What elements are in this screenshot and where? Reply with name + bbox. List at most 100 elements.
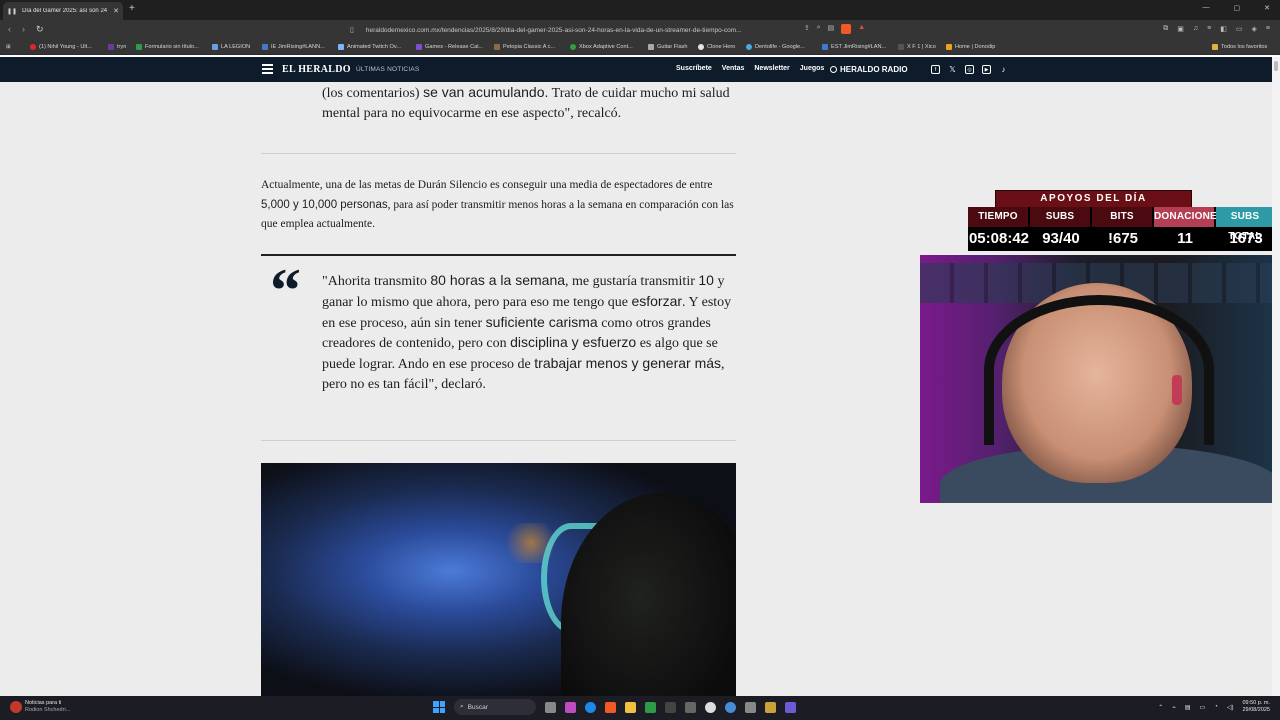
settings-icon[interactable]: [745, 701, 756, 713]
volume-icon[interactable]: ◁): [1227, 704, 1234, 711]
nav-suscribete[interactable]: Suscríbete: [676, 65, 712, 72]
bookmark-item[interactable]: Dentolife - Google...: [746, 44, 805, 50]
app-icon[interactable]: [645, 701, 656, 713]
taskbar-search[interactable]: ⌕ Buscar: [454, 699, 536, 715]
url-field[interactable]: ▯ heraldodemexico.com.mx/tendencias/2025…: [350, 23, 910, 37]
discord-icon[interactable]: [785, 701, 796, 713]
reload-button[interactable]: ↻: [36, 24, 44, 35]
share-icon[interactable]: ⇪: [804, 24, 810, 36]
bookmark-item[interactable]: Games - Release Cal...: [416, 44, 483, 50]
site-logo[interactable]: EL HERALDO: [282, 64, 351, 75]
url-text[interactable]: heraldodemexico.com.mx/tendencias/2025/8…: [366, 27, 796, 34]
tab-title: Día del Gamer 2025: así son 24 h: [22, 8, 110, 14]
new-tab-button[interactable]: +: [129, 3, 135, 14]
playlist-icon[interactable]: ≡: [1207, 25, 1211, 33]
ultimas-noticias-link[interactable]: ÚLTIMAS NOTICIAS: [356, 66, 419, 73]
overlay-title: APOYOS DEL DÍA: [995, 190, 1192, 208]
zoom-icon[interactable]: ⌕: [817, 24, 821, 36]
network-icon[interactable]: ⌁: [1172, 704, 1176, 711]
pause-icon: ❚❚: [7, 8, 18, 15]
wallet-icon[interactable]: ▣: [1177, 25, 1184, 33]
bookmark-item[interactable]: (1) Nihil Young - Ult...: [30, 44, 92, 50]
bookmark-item[interactable]: Home | Donodip: [946, 44, 995, 50]
music-icon[interactable]: ♫: [1193, 25, 1198, 33]
steam-icon[interactable]: [725, 701, 736, 713]
menu-hamburger-icon[interactable]: [262, 64, 273, 74]
social-links: f 𝕏 ◎ ▶ ♪: [931, 65, 1008, 74]
bookmark-item[interactable]: Animated Twitch Ov...: [338, 44, 401, 50]
bookmark-item[interactable]: Clone Hero: [698, 44, 735, 50]
brave-rewards-icon[interactable]: ▲: [858, 24, 865, 36]
bookmark-item[interactable]: tryn: [108, 44, 126, 50]
bookmark-item[interactable]: X F 1 | Xico: [898, 44, 936, 50]
extension-icon[interactable]: ⧉: [1163, 25, 1168, 33]
quote-bold-segment: suficiente carisma: [485, 313, 598, 330]
sidebar-icon[interactable]: ◧: [1220, 25, 1227, 33]
app-icon[interactable]: [765, 701, 776, 713]
reader-icon[interactable]: ▤: [828, 24, 835, 36]
tiktok-icon[interactable]: ♪: [999, 65, 1008, 74]
maximize-button[interactable]: ▢: [1234, 4, 1241, 12]
tabs-icon[interactable]: ▭: [1236, 25, 1243, 33]
minimize-button[interactable]: —: [1203, 4, 1210, 12]
bookmark-item[interactable]: EST JimRising#LAN...: [822, 44, 886, 50]
app-icon[interactable]: [565, 701, 576, 713]
app-icon[interactable]: [685, 701, 696, 713]
file-explorer-icon[interactable]: [625, 701, 636, 713]
webcam-feed: [920, 255, 1272, 503]
edge-icon[interactable]: [585, 701, 596, 713]
radio-icon: [830, 66, 837, 73]
stat-bits: BITS !675: [1092, 207, 1154, 251]
youtube-icon[interactable]: ▶: [982, 65, 991, 74]
article-paragraph: Actualmente, una de las metas de Durán S…: [261, 179, 734, 230]
clock[interactable]: 09:50 p. m. 29/08/2025: [1242, 700, 1270, 714]
pull-quote: "Ahorita transmito 80 horas a la semana,…: [322, 271, 740, 395]
app-icon[interactable]: [665, 701, 676, 713]
instagram-icon[interactable]: ◎: [965, 65, 974, 74]
header-nav: Suscríbete Ventas Newsletter Juegos: [676, 65, 824, 72]
window-controls: — ▢ ✕: [1203, 4, 1271, 12]
heraldo-radio-link[interactable]: HERALDO RADIO: [830, 65, 908, 74]
close-tab-icon[interactable]: ✕: [113, 7, 119, 15]
x-icon[interactable]: 𝕏: [948, 65, 957, 74]
menu-icon[interactable]: ≡: [1266, 25, 1270, 33]
bookmark-item[interactable]: Guitar Flash: [648, 44, 687, 50]
bookmark-item[interactable]: Xbox Adaptive Cont...: [570, 44, 633, 50]
facebook-icon[interactable]: f: [931, 65, 940, 74]
nav-juegos[interactable]: Juegos: [800, 65, 825, 72]
search-icon: ⌕: [460, 703, 464, 710]
close-window-button[interactable]: ✕: [1264, 4, 1270, 12]
quote-segment: , me gustaría transmitir: [565, 274, 699, 289]
back-button[interactable]: ‹: [8, 24, 11, 34]
bookmark-item[interactable]: IE JimRising#LANN...: [262, 44, 325, 50]
extensions-area: ⧉ ▣ ♫ ≡ ◧ ▭ ◈ ≡: [1163, 25, 1270, 33]
brave-icon[interactable]: [605, 701, 616, 713]
brave-shield-icon[interactable]: [841, 24, 852, 36]
chevron-up-icon[interactable]: ⌃: [1158, 704, 1163, 711]
windows-start-icon[interactable]: [433, 701, 445, 713]
quote-bold-segment: disciplina y esfuerzo: [510, 334, 637, 351]
news-widget[interactable]: Noticias para ti Rodion Shchedri...: [10, 700, 70, 714]
browser-tabbar: ❚❚ Día del Gamer 2025: así son 24 h ✕ + …: [0, 0, 1280, 20]
forward-button[interactable]: ›: [22, 24, 25, 34]
bookmarks-bar: ⊞ (1) Nihil Young - Ult... tryn Formular…: [0, 40, 1280, 55]
wifi-icon[interactable]: ◔: [1214, 704, 1218, 710]
stat-tiempo: TIEMPO 05:08:42: [968, 207, 1030, 251]
news-icon: [10, 701, 22, 713]
bookmark-icon[interactable]: ▯: [350, 26, 354, 34]
bookmark-item[interactable]: Petopia Classic A c...: [494, 44, 555, 50]
browser-tab[interactable]: ❚❚ Día del Gamer 2025: así son 24 h ✕: [3, 2, 123, 20]
bookmark-item[interactable]: LA LEGION: [212, 44, 250, 50]
task-view-icon[interactable]: [545, 701, 556, 713]
nav-ventas[interactable]: Ventas: [722, 65, 745, 72]
nav-newsletter[interactable]: Newsletter: [754, 65, 789, 72]
obs-icon[interactable]: [705, 701, 716, 713]
shield-icon[interactable]: ◈: [1252, 25, 1257, 33]
apps-icon[interactable]: ⊞: [6, 44, 11, 50]
quote-bold-segment: 80 horas a la semana: [430, 272, 566, 288]
page-scrollbar[interactable]: [1272, 57, 1280, 696]
all-bookmarks-folder[interactable]: Todos los favoritos: [1212, 44, 1267, 50]
app-tray-icon[interactable]: ▤: [1185, 704, 1191, 711]
language-icon[interactable]: ▭: [1200, 704, 1206, 711]
bookmark-item[interactable]: Formulario sin título...: [136, 44, 199, 50]
